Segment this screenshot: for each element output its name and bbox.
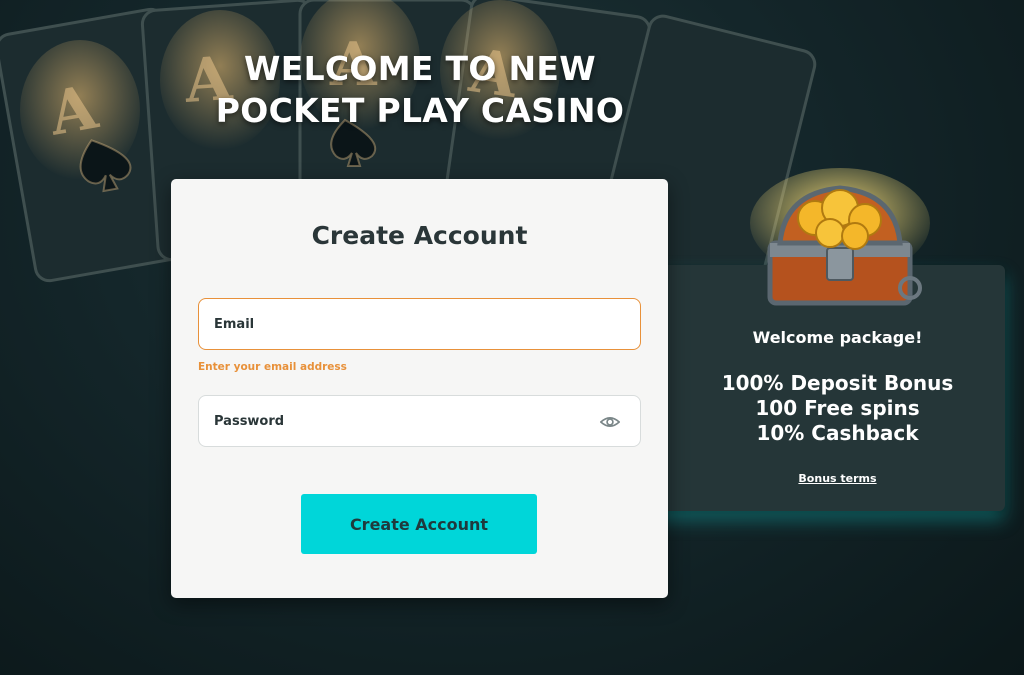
bonus-terms-link[interactable]: Bonus terms [690, 472, 985, 485]
promo-offer-list: 100% Deposit Bonus 100 Free spins 10% Ca… [690, 371, 985, 446]
hero-title-line1: WELCOME TO NEW [244, 49, 596, 88]
email-input[interactable] [214, 299, 594, 349]
password-field[interactable] [198, 395, 641, 447]
hero-title-line2: POCKET PLAY CASINO [215, 91, 625, 130]
email-field[interactable] [198, 298, 641, 350]
promo-offer-cashback: 10% Cashback [756, 421, 919, 445]
promo-offer-free-spins: 100 Free spins [755, 396, 920, 420]
create-account-button[interactable]: Create Account [301, 494, 537, 554]
password-input[interactable] [214, 396, 594, 446]
create-account-form: Create Account Enter your email address … [171, 179, 668, 598]
promo-heading: Welcome package! [752, 328, 923, 347]
promo-offer-deposit-bonus: 100% Deposit Bonus [721, 371, 954, 395]
form-title: Create Account [311, 221, 528, 250]
eye-icon[interactable] [600, 413, 620, 431]
email-helper-text: Enter your email address [198, 361, 347, 373]
treasure-chest-icon [750, 168, 930, 306]
hero-title: WELCOME TO NEW POCKET PLAY CASINO [150, 48, 690, 132]
